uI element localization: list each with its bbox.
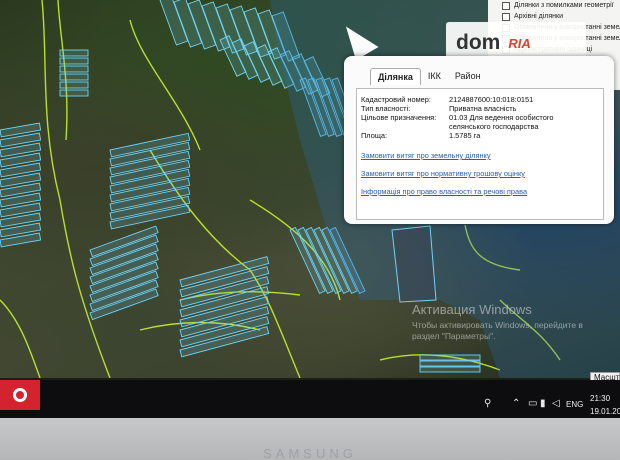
parcel-outline[interactable] — [59, 89, 89, 97]
laptop-brand-logo: SAMSUNG — [263, 446, 357, 460]
layer-checkbox[interactable] — [502, 12, 510, 21]
parcel-info-popup: Ділянка ІКК Район Кадастровий номер: 2124… — [344, 56, 614, 224]
system-clock[interactable]: 21:30 19.01.20 — [590, 392, 620, 418]
laptop-bezel: SAMSUNG — [0, 418, 620, 460]
layer-label: Ділянки з помилками геометрії — [514, 2, 614, 9]
ownership-type-value: Приватна власність — [449, 104, 517, 113]
field-label: Кадастровий номер: — [361, 95, 431, 104]
selected-parcel[interactable] — [391, 225, 437, 303]
volume-icon[interactable]: ◁ — [552, 398, 560, 409]
parcel-outline[interactable] — [419, 366, 481, 373]
purpose-value: 01.03 Для ведення особистого — [449, 113, 554, 122]
cadastral-number-value: 2124887600:10:018:0151 — [449, 95, 534, 104]
layer-label: Архівні ділянки — [514, 13, 563, 20]
activation-title: Активация Windows — [412, 302, 532, 317]
activation-line1: Чтобы активировать Windows, перейдите в — [412, 320, 583, 330]
watermark-ria-text: RIA — [508, 35, 531, 51]
tab-parcel[interactable]: Ділянка — [370, 68, 421, 85]
chevron-up-icon[interactable]: ⌃ — [512, 398, 520, 409]
parcel-outline[interactable] — [419, 354, 481, 361]
purpose-row: Цільове призначення: 01.03 Для ведення ос… — [361, 113, 553, 122]
tab-district[interactable]: Район — [448, 68, 488, 85]
clock-date: 19.01.20 — [590, 407, 620, 416]
order-parcel-extract-link[interactable]: Замовити витяг про земельну ділянку — [361, 151, 491, 160]
opera-icon — [13, 388, 27, 402]
screen: Ділянки з помилками геометрії Архівні діл… — [0, 0, 620, 460]
opera-taskbar-button[interactable] — [0, 380, 40, 410]
area-value: 1.5785 га — [449, 131, 481, 140]
layer-item[interactable]: Ділянки з помилками геометрії — [488, 0, 620, 11]
cadastral-number-row: Кадастровий номер: 2124887600:10:018:0151 — [361, 95, 533, 104]
layer-item[interactable]: Архівні ділянки — [488, 11, 620, 22]
watermark-dom-text: dom — [456, 31, 501, 54]
order-valuation-extract-link[interactable]: Замовити витяг про нормативну грошову оц… — [361, 169, 525, 178]
purpose-row-continued: селянського господарства — [361, 122, 538, 131]
field-label: Тип власності: — [361, 104, 411, 113]
parcel-outline[interactable] — [59, 57, 89, 65]
parcel-details-card: Кадастровий номер: 2124887600:10:018:0151… — [356, 88, 604, 220]
network-icon[interactable]: ▭ — [528, 398, 537, 409]
boundary-line — [0, 299, 41, 378]
windows-taskbar: ⚲ ⌃ ▭ ▮ ◁ ENG 21:30 19.01.20 — [0, 380, 620, 418]
popup-tabs: Ділянка ІКК Район — [370, 68, 488, 85]
ownership-type-row: Тип власності: Приватна власність — [361, 104, 517, 113]
field-label: Площа: — [361, 131, 388, 140]
battery-icon[interactable]: ▮ — [540, 398, 546, 409]
field-label: Цільове призначення: — [361, 113, 437, 122]
purpose-value-continued: селянського господарства — [449, 122, 539, 131]
input-language[interactable]: ENG — [566, 400, 583, 409]
layer-checkbox[interactable] — [502, 1, 510, 10]
parcel-outline[interactable] — [59, 65, 89, 73]
parcel-outline[interactable] — [59, 73, 89, 81]
parcel-outline[interactable] — [59, 81, 89, 89]
area-row: Площа: 1.5785 га — [361, 131, 480, 140]
tab-ikk[interactable]: ІКК — [421, 68, 448, 85]
clock-time: 21:30 — [590, 394, 611, 403]
parcel-outline[interactable] — [59, 49, 89, 57]
parcel-outline[interactable] — [419, 360, 481, 367]
ownership-rights-info-link[interactable]: Інформація про право власності та речові… — [361, 187, 527, 196]
people-icon[interactable]: ⚲ — [484, 398, 491, 409]
activation-line2: раздел "Параметры". — [412, 331, 496, 341]
boundary-line — [41, 0, 111, 378]
windows-activation-watermark: Активация Windows Чтобы активировать Win… — [412, 302, 583, 342]
